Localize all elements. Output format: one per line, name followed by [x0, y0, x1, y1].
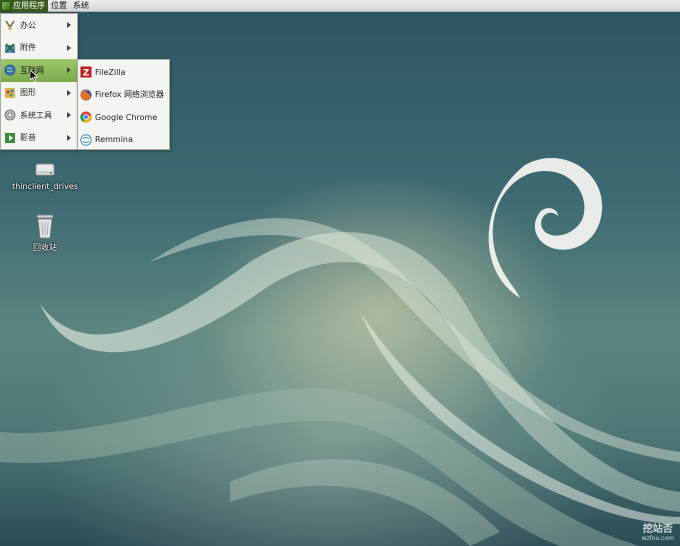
submenu-item-remmina[interactable]: Remmina — [78, 129, 169, 152]
svg-text:Z: Z — [83, 69, 90, 79]
submenu-arrow-icon — [67, 89, 71, 96]
internet-submenu: Z FileZilla Firefox 网络浏览器 Google Chrome … — [77, 59, 170, 150]
applications-dropdown: 办公 附件 互联网 图形 系统工具 影音 — [0, 13, 78, 150]
menu-item-system-tools[interactable]: 系统工具 — [1, 104, 77, 127]
watermark-url: wzfou.com — [641, 535, 674, 542]
graphics-icon — [4, 87, 16, 99]
submenu-item-firefox[interactable]: Firefox 网络浏览器 — [78, 84, 169, 107]
menu-item-label: 系统工具 — [20, 110, 52, 120]
menu-item-accessories[interactable]: 附件 — [1, 37, 77, 60]
desktop-icon-label: 回收站 — [33, 243, 57, 252]
submenu-item-label: Google Chrome — [95, 112, 158, 122]
desktop-icon-trash[interactable]: 回收站 — [13, 212, 77, 253]
drive-icon — [35, 163, 55, 176]
submenu-arrow-icon — [67, 67, 71, 73]
menu-item-label: 附件 — [20, 43, 36, 53]
menu-item-internet[interactable]: 互联网 — [1, 59, 77, 82]
applications-icon — [1, 0, 11, 11]
office-icon — [4, 19, 16, 31]
applications-menu[interactable]: 应用程序 — [0, 0, 48, 12]
system-menu[interactable]: 系统 — [70, 0, 92, 12]
chrome-icon — [80, 111, 92, 123]
places-menu-label: 位置 — [51, 1, 67, 10]
accessories-icon — [4, 42, 16, 54]
menu-item-graphics[interactable]: 图形 — [1, 82, 77, 105]
internet-globe-icon — [4, 64, 16, 76]
watermark-text: 挖站否 — [642, 524, 673, 535]
multimedia-icon — [4, 132, 16, 144]
firefox-icon — [80, 89, 92, 101]
menu-item-label: 图形 — [20, 88, 36, 98]
menu-item-multimedia[interactable]: 影音 — [1, 127, 77, 150]
debian-logo — [488, 157, 603, 298]
filezilla-icon: Z — [80, 66, 92, 78]
mouse-cursor-icon — [30, 70, 38, 82]
submenu-item-filezilla[interactable]: Z FileZilla — [78, 61, 169, 84]
submenu-item-label: Firefox 网络浏览器 — [95, 90, 165, 100]
places-menu[interactable]: 位置 — [48, 0, 70, 12]
trash-icon — [36, 214, 54, 239]
submenu-item-label: FileZilla — [95, 67, 126, 77]
top-panel: 应用程序 位置 系统 — [0, 0, 680, 12]
watermark: 挖站否 wzfou.com — [642, 520, 674, 542]
submenu-item-chrome[interactable]: Google Chrome — [78, 106, 169, 129]
submenu-arrow-icon — [67, 22, 71, 28]
submenu-item-label: Remmina — [95, 135, 133, 145]
desktop-icon-label: thinclient_drives — [12, 182, 78, 191]
menu-item-label: 办公 — [20, 20, 36, 30]
system-menu-label: 系统 — [73, 1, 89, 10]
desktop-icon-thinclient-drives[interactable]: thinclient_drives — [12, 158, 78, 191]
menu-item-office[interactable]: 办公 — [1, 14, 77, 37]
applications-menu-label: 应用程序 — [13, 1, 45, 10]
submenu-arrow-icon — [67, 44, 71, 51]
system-tools-icon — [4, 109, 16, 121]
submenu-arrow-icon — [67, 112, 71, 118]
remmina-icon — [80, 134, 92, 146]
menu-item-label: 影音 — [20, 133, 36, 143]
submenu-arrow-icon — [67, 134, 71, 141]
